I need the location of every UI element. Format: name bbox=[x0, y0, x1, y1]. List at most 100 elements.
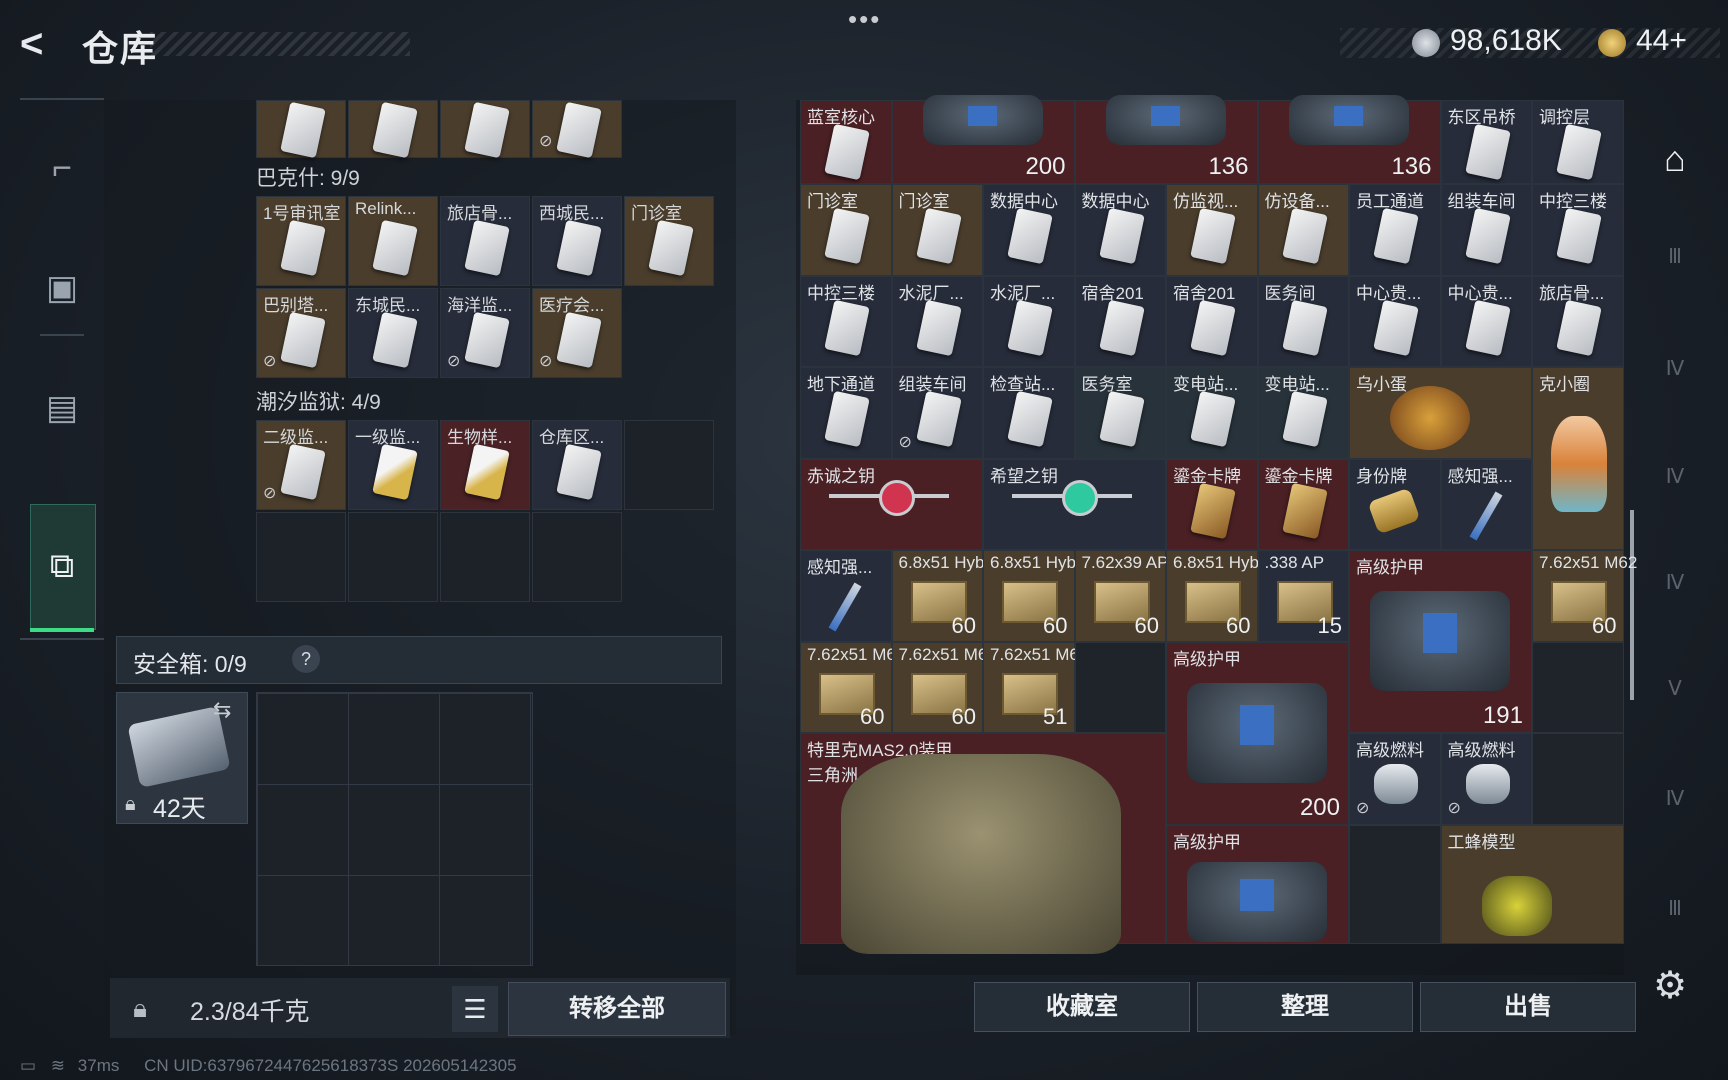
armor-slot[interactable]: 136 bbox=[1257, 95, 1441, 185]
item-slot[interactable]: 水泥厂... bbox=[983, 275, 1075, 368]
item-slot[interactable]: 门诊室 bbox=[624, 196, 714, 286]
item-slot[interactable]: 蓝室核心 bbox=[800, 100, 892, 185]
item-slot[interactable] bbox=[256, 100, 346, 159]
item-slot[interactable]: 鎏金卡牌 bbox=[1257, 458, 1349, 551]
item-slot[interactable]: 调控层 bbox=[1532, 100, 1624, 185]
list-icon[interactable]: ☰ bbox=[452, 986, 498, 1032]
item-slot[interactable]: 东城民... bbox=[348, 288, 438, 378]
storage-tab-icon[interactable]: Ⅳ bbox=[1652, 346, 1698, 392]
item-slot[interactable]: 中控三楼 bbox=[800, 275, 892, 368]
item-slot[interactable]: 二级监... ⊘ bbox=[256, 420, 346, 510]
item-slot[interactable]: ⊘ bbox=[532, 100, 622, 159]
key-item-slot[interactable]: 希望之钥 bbox=[983, 458, 1166, 551]
item-slot[interactable]: 高级燃料 ⊘ bbox=[1349, 733, 1441, 825]
storage-tab-icon[interactable]: Ⅳ bbox=[1652, 454, 1698, 500]
item-slot[interactable]: 旅店骨... bbox=[440, 196, 530, 286]
item-slot[interactable]: 中心贵... bbox=[1349, 275, 1441, 368]
item-slot[interactable]: 7.62x51 M62 60 bbox=[1532, 550, 1637, 642]
more-dots-icon[interactable]: ••• bbox=[848, 4, 881, 35]
armor-slot[interactable]: 高级护甲 bbox=[1166, 824, 1349, 944]
item-slot[interactable]: 数据中心 bbox=[983, 184, 1075, 276]
item-slot[interactable]: 检查站... bbox=[983, 367, 1075, 459]
empty-slot[interactable] bbox=[1532, 641, 1624, 734]
item-slot[interactable]: 变电站... bbox=[1166, 367, 1258, 459]
toolbox-icon[interactable]: ⧉ bbox=[34, 538, 90, 594]
item-slot[interactable]: 中控三楼 bbox=[1532, 184, 1624, 276]
item-slot[interactable]: 地下通道 bbox=[800, 367, 892, 459]
sell-button[interactable]: 出售 bbox=[1420, 982, 1636, 1032]
item-slot[interactable] bbox=[440, 512, 530, 602]
item-slot[interactable]: 1号审讯室 bbox=[256, 196, 346, 286]
item-slot[interactable]: 6.8x51 Hybrid 60 bbox=[983, 550, 1095, 642]
item-slot[interactable]: 宿舍201 bbox=[1074, 275, 1166, 368]
armor-slot[interactable]: 136 bbox=[1074, 95, 1258, 185]
item-slot[interactable]: 6.8x51 Hybrid 60 bbox=[1166, 550, 1278, 642]
back-arrow-icon[interactable]: < bbox=[20, 22, 60, 66]
item-slot[interactable]: Relink... bbox=[348, 196, 438, 286]
item-slot[interactable]: 鎏金卡牌 bbox=[1166, 458, 1258, 551]
safe-box-grid[interactable] bbox=[256, 692, 533, 966]
item-slot[interactable]: 7.62x51 M62 60 bbox=[891, 641, 997, 734]
item-slot[interactable]: 医务室 bbox=[1074, 367, 1166, 459]
item-slot[interactable]: 高级燃料 ⊘ bbox=[1440, 733, 1532, 825]
item-slot[interactable]: 医疗会... ⊘ bbox=[532, 288, 622, 378]
item-slot[interactable]: 6.8x51 Hybrid 60 bbox=[891, 550, 1003, 642]
storage-tab-icon[interactable]: Ⅳ bbox=[1652, 776, 1698, 822]
item-slot[interactable]: 中心贵... bbox=[1440, 275, 1532, 368]
armor-slot[interactable]: 高级护甲 200 bbox=[1166, 641, 1349, 825]
item-slot[interactable]: 感知强... bbox=[1440, 458, 1532, 551]
pistol-icon[interactable]: ⌐ bbox=[34, 140, 90, 196]
key-item-slot[interactable]: 赤诚之钥 bbox=[800, 458, 983, 551]
item-slot[interactable]: .338 AP 15 bbox=[1257, 550, 1349, 642]
safe-case-item[interactable]: ⇆ 🔒︎ 42天 bbox=[116, 692, 248, 824]
currency-amount-2[interactable]: 44+ bbox=[1636, 24, 1687, 58]
item-slot[interactable]: 7.62x51 M62 60 bbox=[800, 641, 905, 734]
item-slot[interactable]: 数据中心 bbox=[1074, 184, 1166, 276]
gear-icon[interactable]: ⚙ bbox=[1648, 964, 1692, 1008]
transfer-all-button[interactable]: 转移全部 bbox=[508, 982, 726, 1036]
item-slot[interactable]: 水泥厂... bbox=[891, 275, 983, 368]
armor-slot[interactable]: 200 bbox=[891, 95, 1075, 185]
item-slot[interactable] bbox=[532, 512, 622, 602]
item-slot[interactable] bbox=[348, 512, 438, 602]
item-slot[interactable]: 门诊室 bbox=[800, 184, 892, 276]
item-slot[interactable]: 仿监视... bbox=[1166, 184, 1258, 276]
model-item-slot[interactable]: 工蜂模型 bbox=[1440, 824, 1624, 944]
armor-slot[interactable]: 高级护甲 191 bbox=[1349, 550, 1532, 734]
item-slot[interactable]: 门诊室 bbox=[891, 184, 983, 276]
item-slot[interactable]: 宿舍201 bbox=[1166, 275, 1258, 368]
item-slot[interactable]: 员工通道 bbox=[1349, 184, 1441, 276]
item-slot[interactable]: 身份牌 bbox=[1349, 458, 1441, 551]
item-slot[interactable]: 生物样... bbox=[440, 420, 530, 510]
item-slot[interactable]: 7.62x39 AP 60 bbox=[1074, 550, 1168, 642]
help-icon[interactable]: ? bbox=[292, 645, 320, 673]
item-slot[interactable]: 仓库区... bbox=[532, 420, 622, 510]
storage-tab-icon[interactable]: Ⅲ bbox=[1652, 886, 1698, 932]
item-slot[interactable]: 海洋监... ⊘ bbox=[440, 288, 530, 378]
item-slot[interactable] bbox=[440, 100, 530, 159]
egg-item-slot[interactable]: 乌小蛋 bbox=[1349, 367, 1532, 459]
item-slot[interactable]: 7.62x51 M62 51 bbox=[983, 641, 1088, 734]
empty-slot[interactable] bbox=[1532, 733, 1624, 825]
scrollbar[interactable] bbox=[1630, 510, 1634, 700]
backpack-icon[interactable]: ▣ bbox=[34, 260, 90, 316]
empty-slot[interactable] bbox=[1349, 824, 1441, 944]
sort-button[interactable]: 整理 bbox=[1197, 982, 1413, 1032]
item-slot[interactable]: 一级监... bbox=[348, 420, 438, 510]
item-slot[interactable]: 组装车间 bbox=[1440, 184, 1532, 276]
item-slot[interactable] bbox=[348, 100, 438, 159]
item-slot[interactable]: 巴别塔... ⊘ bbox=[256, 288, 346, 378]
collection-button[interactable]: 收藏室 bbox=[974, 982, 1190, 1032]
warehouse-icon[interactable]: ⌂ bbox=[1650, 134, 1700, 184]
storage-tab-icon[interactable]: Ⅲ bbox=[1652, 234, 1698, 280]
weight-lock-icon[interactable]: 🔒︎ bbox=[118, 986, 162, 1030]
item-slot[interactable]: 东区吊桥 bbox=[1440, 100, 1532, 185]
item-slot[interactable]: 医务间 bbox=[1257, 275, 1349, 368]
item-slot[interactable]: 西城民... bbox=[532, 196, 622, 286]
storage-tab-icon[interactable]: Ⅴ bbox=[1652, 666, 1698, 712]
item-slot[interactable]: 感知强... bbox=[800, 550, 892, 642]
vest-icon[interactable]: ▤ bbox=[34, 380, 90, 436]
figure-item-slot[interactable]: 克小圈 bbox=[1532, 367, 1624, 551]
item-slot[interactable]: 旅店骨... bbox=[1532, 275, 1624, 368]
item-slot[interactable] bbox=[624, 420, 714, 510]
